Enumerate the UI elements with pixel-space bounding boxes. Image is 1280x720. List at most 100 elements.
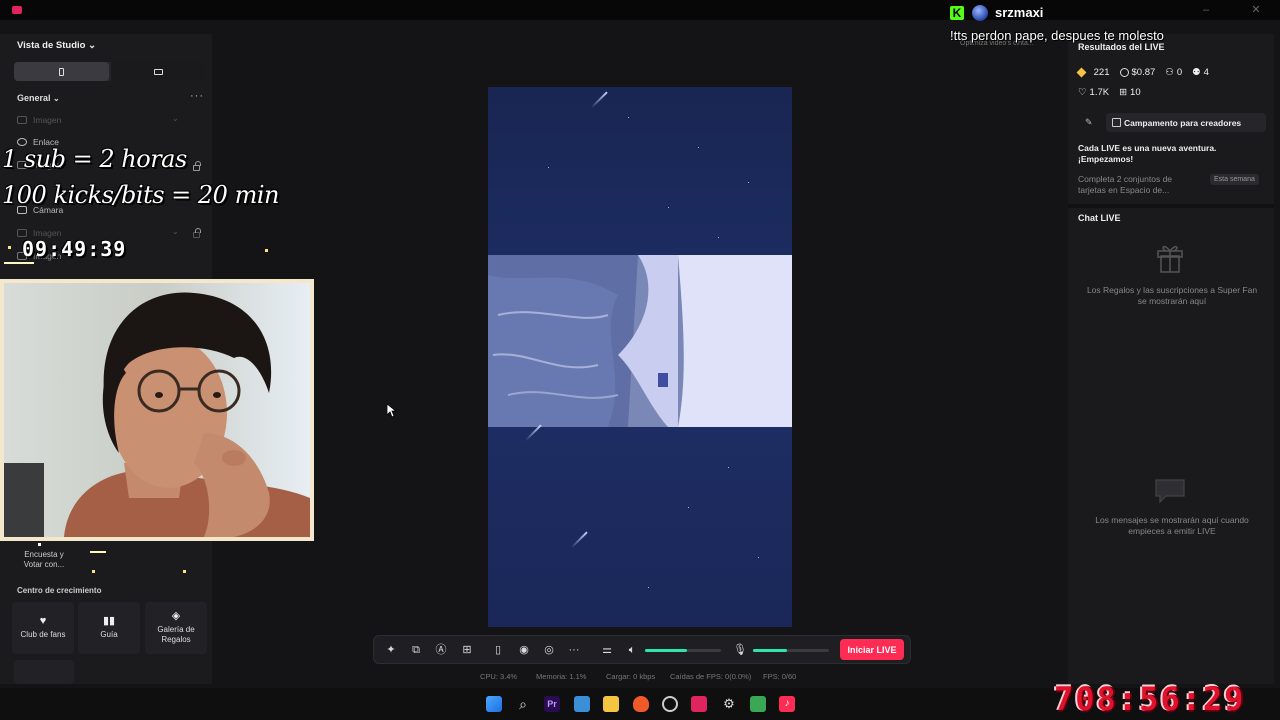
- premiere-icon[interactable]: Pr: [544, 696, 560, 712]
- speaker-volume-slider[interactable]: [645, 649, 721, 652]
- close-icon[interactable]: ✕: [1250, 4, 1262, 16]
- source-item[interactable]: Imagen: [17, 115, 61, 125]
- screenshot-icon[interactable]: ◎: [542, 643, 556, 657]
- search-icon[interactable]: ⌕: [515, 696, 531, 712]
- more-options-icon[interactable]: ···: [190, 90, 204, 102]
- book-icon: ▮▮: [102, 615, 116, 627]
- heart-icon: ♡: [1078, 87, 1087, 98]
- adventure-subheading: ¡Empezamos!: [1078, 154, 1134, 164]
- settings-sliders-icon[interactable]: ⚌: [600, 643, 614, 657]
- gifts-empty-message: Los Regalos y las suscripciones a Super …: [1086, 285, 1258, 306]
- tiktok-live-studio-icon[interactable]: ♪: [779, 696, 795, 712]
- sparkle-decoration: [38, 543, 41, 546]
- sparkle-decoration: [8, 246, 11, 249]
- minimize-icon[interactable]: –: [1200, 4, 1212, 16]
- more-options-icon[interactable]: ···: [567, 643, 581, 657]
- streaming-app-icon[interactable]: [691, 696, 707, 712]
- gifts-stat: ⊞ 10: [1119, 87, 1141, 98]
- sparkle-decoration: [183, 570, 186, 573]
- live-controls-toolbar: ✦ ⧉ Ⓐ ⊞ ▯ ◉ ◎ ··· ⚌ 🔈︎ 🎙︎ Iniciar LIVE: [373, 635, 911, 664]
- star-dot: [688, 507, 689, 508]
- chat-title: Chat LIVE: [1078, 213, 1121, 223]
- file-explorer-icon[interactable]: [603, 696, 619, 712]
- creator-camp-button[interactable]: Campamento para creadores: [1106, 113, 1266, 132]
- landscape-view-button[interactable]: [111, 62, 206, 81]
- microphone-icon[interactable]: 🎙︎: [733, 643, 747, 657]
- add-user-icon: ⚉: [1192, 67, 1201, 78]
- calendar-icon: [1112, 118, 1121, 127]
- growth-item-label: Club de fans: [20, 630, 66, 639]
- ai-tool-icon[interactable]: Ⓐ: [434, 643, 448, 657]
- memory-stat: Memoria: 1.1%: [536, 672, 587, 681]
- start-live-button[interactable]: Iniciar LIVE: [840, 639, 904, 660]
- star-dot: [668, 207, 669, 208]
- chevron-down-icon: ⌄: [53, 94, 60, 103]
- portrait-view-button[interactable]: [14, 62, 109, 81]
- guide-button[interactable]: ▮▮ Guía: [78, 602, 140, 654]
- sparkle-decoration: [90, 551, 106, 553]
- add-source-icon[interactable]: ⊞: [460, 643, 474, 657]
- viewers-stat: ⚇ 0: [1165, 67, 1183, 78]
- live-results-panel: Resultados del LIVE 221 $0.87 ⚇ 0 ⚉ 4 ♡ 1.7…: [1068, 34, 1274, 684]
- gift-box-icon: [1157, 245, 1183, 273]
- followers-stat: ⚉ 4: [1192, 67, 1209, 78]
- star-dot: [748, 182, 749, 183]
- fan-club-button[interactable]: ♥ Club de fans: [12, 602, 74, 654]
- chevron-down-icon[interactable]: ⌄: [172, 114, 179, 123]
- star-dot: [628, 117, 629, 118]
- steam-icon[interactable]: ⚙: [721, 696, 737, 712]
- chevron-down-icon: ⌄: [88, 40, 97, 51]
- lock-icon[interactable]: [193, 161, 201, 171]
- record-icon[interactable]: ◉: [517, 643, 531, 657]
- week-badge: Esta semana: [1210, 174, 1259, 185]
- creator-tool-icon[interactable]: ✎: [1085, 117, 1093, 128]
- panel-divider: [1068, 204, 1274, 208]
- scene-switch-icon[interactable]: ⧉: [409, 643, 423, 657]
- diamonds-stat: 221: [1076, 67, 1110, 78]
- poll-tool-button[interactable]: Encuesta y Votar con...: [20, 550, 68, 570]
- obs-icon[interactable]: [662, 696, 678, 712]
- lock-icon[interactable]: [193, 228, 201, 238]
- photos-icon[interactable]: [574, 696, 590, 712]
- more-growth-tool-button[interactable]: [14, 660, 74, 684]
- stats-row: ♡ 1.7K ⊞ 10: [1078, 87, 1141, 98]
- star-dot: [758, 557, 759, 558]
- task-description: Completa 2 conjuntos de tarjetas en Espa…: [1078, 174, 1173, 195]
- star-dot: [728, 467, 729, 468]
- kicks-rate-overlay: 100 kicks/bits = 20 min: [2, 181, 279, 209]
- diamond-icon: [1076, 67, 1087, 78]
- star-dot: [698, 147, 699, 148]
- phone-icon: [59, 67, 64, 76]
- orientation-toggle[interactable]: [14, 62, 206, 81]
- windows-start-icon[interactable]: [486, 696, 502, 712]
- speaker-icon[interactable]: 🔈︎: [625, 643, 639, 657]
- effects-wand-icon[interactable]: ✦: [384, 643, 398, 657]
- likes-stat: ♡ 1.7K: [1078, 87, 1110, 98]
- camera-scene-bed: [488, 255, 792, 427]
- timer-underline: [4, 262, 34, 264]
- star-dot: [648, 587, 649, 588]
- chat-message: !tts perdon pape, despues te molesto: [950, 28, 1164, 43]
- volume-fill: [753, 649, 788, 652]
- sparkle-decoration: [265, 249, 268, 252]
- cpu-stat: CPU: 3.4%: [480, 672, 518, 681]
- app-icon[interactable]: [750, 696, 766, 712]
- chat-empty-message: Los mensajes se mostrarán aquí cuando em…: [1095, 515, 1249, 536]
- fps-drops-stat: Caídas de FPS: 0(0.0%): [670, 672, 752, 681]
- phone-icon[interactable]: ▯: [491, 643, 505, 657]
- kick-logo-icon: K: [950, 6, 964, 20]
- brave-browser-icon[interactable]: [633, 696, 649, 712]
- window-titlebar: – ✕: [0, 0, 1280, 20]
- scene-general-dropdown[interactable]: General ⌄: [17, 93, 60, 103]
- studio-view-dropdown[interactable]: Vista de Studio ⌄: [17, 40, 96, 51]
- avatar: [972, 5, 988, 21]
- gift-gallery-button[interactable]: ◈ Galería de Regalos: [145, 602, 207, 654]
- adventure-heading: Cada LIVE es una nueva aventura.: [1078, 143, 1217, 153]
- streamer-webcam-image: [4, 283, 310, 537]
- users-icon: ⚇: [1165, 67, 1174, 78]
- source-label: Imagen: [33, 115, 62, 125]
- results-title: Resultados del LIVE: [1078, 42, 1165, 52]
- live-preview-canvas: [488, 87, 792, 627]
- chevron-down-icon[interactable]: ⌄: [172, 227, 179, 236]
- mic-volume-slider[interactable]: [753, 649, 829, 652]
